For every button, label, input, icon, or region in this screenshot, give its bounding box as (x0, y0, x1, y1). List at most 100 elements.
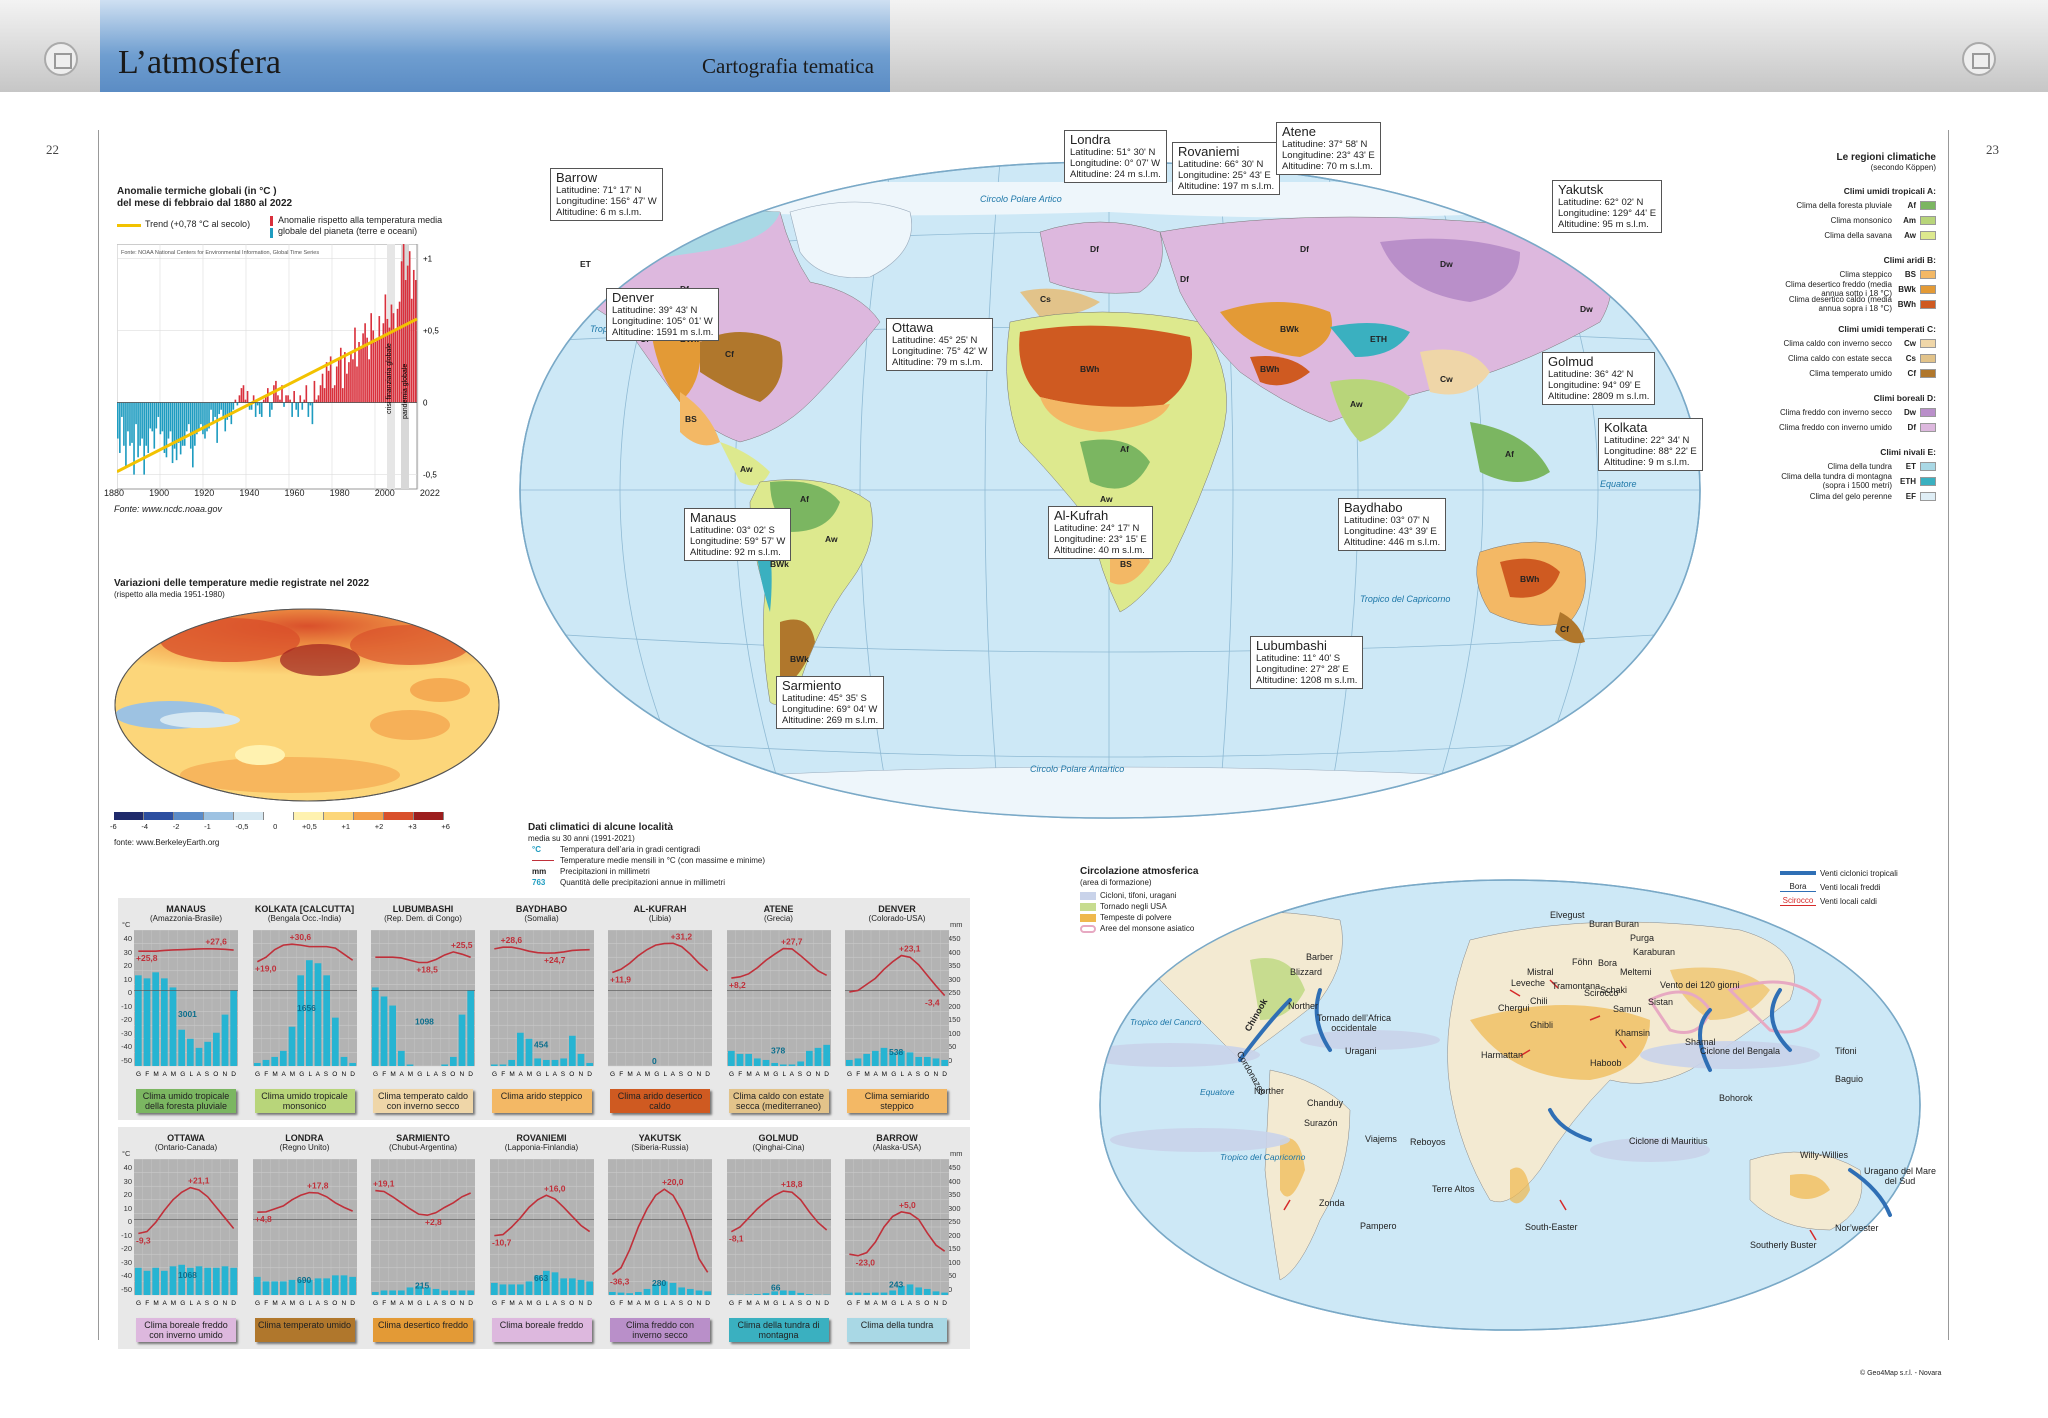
svg-text:Aw: Aw (740, 464, 753, 474)
precip-bar (406, 1287, 414, 1295)
callout-name: Golmud (1548, 354, 1594, 369)
climate-type-label: Clima della tundra di montagna (728, 1318, 829, 1342)
precip-bar (736, 1053, 743, 1066)
precip-bar (779, 1290, 787, 1295)
month-labels: G F M A M G L A S O N D (610, 1300, 710, 1307)
precip-bar (253, 1276, 261, 1295)
temp-tick: -30 (121, 1257, 132, 1267)
wind-label: Leveche (1511, 978, 1546, 988)
precip-bar (704, 1291, 711, 1295)
precip-bar (450, 1056, 457, 1066)
callout-lon: Longitudine: 25° 43' E (1178, 170, 1271, 181)
legend-label: Clima caldo con estate secca (1787, 353, 1892, 363)
temp-max-label: +18,8 (781, 1179, 803, 1189)
precip-bar (915, 1287, 922, 1295)
anomaly-bar (368, 359, 370, 403)
precip-bar (322, 1278, 330, 1295)
precip-bar (135, 975, 142, 1066)
precip-bar (441, 1290, 448, 1295)
legend-swatch (1920, 215, 1936, 225)
anomaly-bar (151, 402, 154, 432)
climograph: +5,0 -23,0 243 G F M A M G L A S O N D (845, 1159, 949, 1307)
callout-lat: Latitudine: 22° 34' N (1604, 435, 1690, 446)
trend-legend-label: Trend (+0,78 °C al secolo) (145, 219, 251, 229)
heat-scale-label: 0 (273, 822, 278, 831)
anomaly-y-tick: +1 (423, 254, 433, 263)
temp-min-label: -9,3 (136, 1235, 151, 1245)
precip-bar (230, 1267, 237, 1295)
anomaly-title: Anomalie termiche globali (in °C ) (117, 186, 277, 197)
precip-tick: 400 (948, 1176, 961, 1186)
legend-code: Af (1907, 200, 1916, 210)
precip-bar (195, 1047, 203, 1066)
wind-label: Reboyos (1410, 1137, 1446, 1147)
legend-label: Clima freddo con inverno umido (1779, 422, 1892, 432)
heat-map (114, 608, 500, 802)
month-labels: G F M A M G L A S O N D (255, 1300, 355, 1307)
anomaly-bar (323, 388, 326, 403)
precip-bar (796, 1061, 804, 1066)
temp-tick: 30 (123, 947, 132, 957)
precip-bar (135, 1267, 142, 1295)
anomaly-bar (269, 402, 271, 417)
precip-bar (389, 1290, 396, 1295)
anomaly-bar (408, 251, 411, 403)
wind-label: Terre Altos (1432, 1184, 1475, 1194)
svg-text:BS: BS (685, 414, 697, 424)
temp-axis: °C 40 30 20 10 0 -10 -20 -30 -40 -50 (118, 920, 132, 1080)
callout-lon: Longitudine: 75° 42' W (892, 346, 988, 357)
callout-name: Sarmiento (782, 678, 842, 693)
precip-bar (846, 1292, 853, 1295)
climate-type-label: Clima arido steppico (491, 1089, 592, 1113)
svg-text:Af: Af (1120, 444, 1129, 454)
temp-max-label: +31,2 (671, 931, 693, 941)
wind-label: Buran (1589, 919, 1614, 929)
callout-lat: Latitudine: 39° 43' N (612, 305, 698, 316)
climate-type-label: Clima temperato caldo con inverno secco (373, 1089, 473, 1113)
temp-max-label: +19,1 (373, 1179, 395, 1189)
precip-bar (770, 1062, 778, 1066)
heat-scale-swatch (234, 812, 264, 820)
precip-tick: 250 (948, 988, 961, 997)
anomaly-bar (194, 402, 196, 446)
anomaly-subtitle: del mese di febbraio dal 1880 al 2022 (117, 198, 293, 209)
heat-scale-label: +2 (374, 822, 384, 831)
legend-label: Clima desertico caldo (media annua sopra… (1788, 295, 1892, 313)
precip-bar (348, 1276, 356, 1295)
legend-row: Clima steppico BS (1760, 268, 1936, 280)
callout-alt: Altitudine: 2809 m s.l.m. (1548, 391, 1650, 402)
heat-scale-label: -2 (172, 822, 180, 831)
legend-label: Clima caldo con inverno secco (1783, 338, 1893, 348)
legend-code: ETH (1900, 476, 1916, 486)
temp-max-label: +20,0 (662, 1177, 684, 1187)
anomaly-bar (198, 402, 200, 432)
climograph-city: BAYDHABO (515, 904, 568, 914)
callout-name: Rovaniemi (1178, 144, 1240, 159)
wind-label: Ciclone di Mauritius (1629, 1136, 1708, 1146)
anomaly-bar (210, 402, 212, 410)
anomaly-bar (331, 388, 334, 403)
legend-swatch (1920, 368, 1936, 378)
legend-code: Cs (1905, 353, 1916, 363)
callout-lat: Latitudine: 66° 30' N (1178, 159, 1264, 170)
svg-text:Cw: Cw (1440, 374, 1453, 384)
temp-tick: -10 (121, 1230, 132, 1240)
climate-type-label: Clima desertico freddo (373, 1318, 473, 1342)
precip-bar (331, 1017, 339, 1066)
climograph-region: (Siberia-Russia) (631, 1143, 689, 1152)
legend-group-heading: Climi boreali D: (1873, 393, 1936, 403)
anomaly-bar (414, 280, 417, 403)
legend-label: Clima temperato umido (1809, 368, 1892, 378)
precip-bar (204, 1041, 211, 1066)
temp-max-label: +30,6 (289, 932, 311, 942)
climograph: +20,0 -36,3 280 G F M A M G L A S O N D (608, 1159, 712, 1307)
precip-bar (499, 1064, 506, 1066)
anomaly-bar (287, 395, 289, 403)
legend-label: Clima freddo con inverno secco (1779, 407, 1892, 417)
legend-row: Clima della tundra ET (1760, 460, 1936, 472)
callout-alt: Altitudine: 197 m s.l.m. (1178, 181, 1275, 192)
svg-text:Aw: Aw (825, 534, 838, 544)
precip-total-label: 66 (771, 1283, 781, 1293)
climograph-region: (Regno Unito) (279, 1143, 330, 1152)
climate-legend-row: °C Temperatura dell’aria in gradi centigr… (532, 844, 932, 855)
